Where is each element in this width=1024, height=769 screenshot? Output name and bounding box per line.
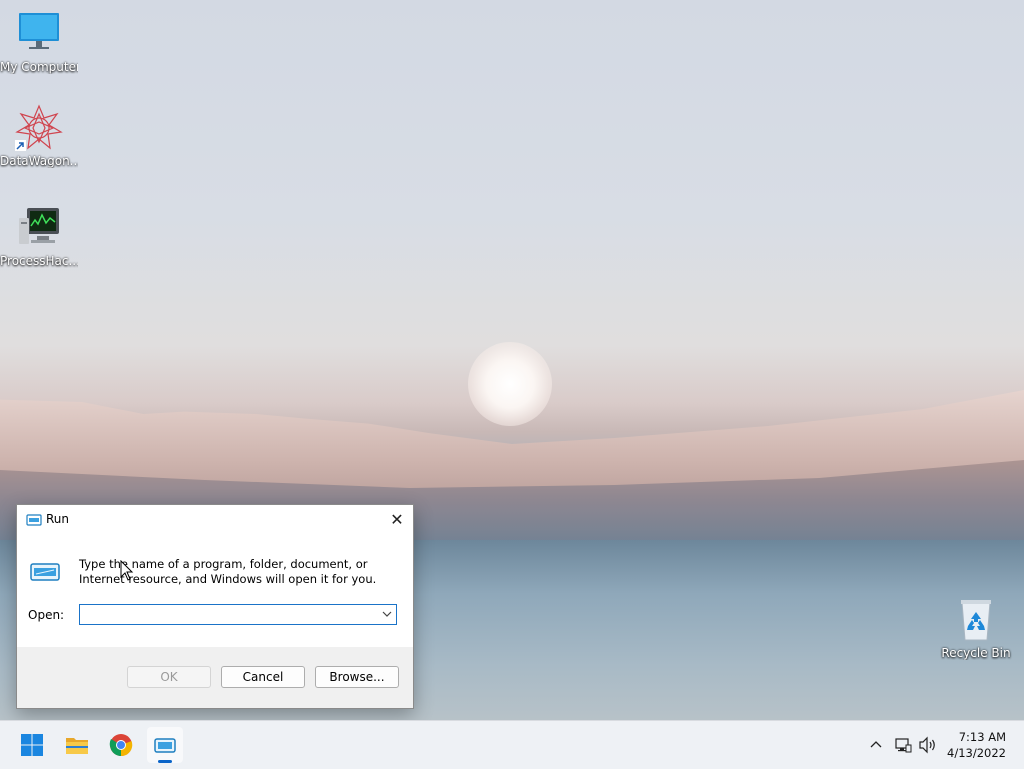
recycle-bin-icon [952, 596, 1000, 644]
run-program-icon [30, 561, 60, 583]
desktop-icon-label: My Computer [0, 60, 78, 74]
windows-logo-icon [21, 734, 43, 756]
close-button[interactable]: ✕ [381, 505, 413, 535]
run-icon [26, 513, 42, 527]
run-icon [154, 738, 176, 753]
taskbar: 7:13 AM 4/13/2022 [0, 720, 1024, 769]
run-dialog: Run ✕ Type the name of a program, folder… [16, 504, 414, 709]
desktop-icon-processhacker[interactable]: ProcessHac... [0, 204, 78, 268]
run-dialog-titlebar[interactable]: Run ✕ [17, 505, 413, 535]
folder-icon [66, 738, 88, 754]
clock-time: 7:13 AM [958, 730, 1006, 744]
taskbar-file-explorer[interactable] [59, 727, 95, 763]
run-dialog-title: Run [46, 512, 70, 526]
open-label: Open: [28, 608, 65, 622]
chevron-down-icon[interactable] [382, 608, 392, 618]
cancel-button[interactable]: Cancel [221, 666, 305, 688]
desktop-icon-my-computer[interactable]: My Computer [0, 10, 78, 74]
taskbar-clock[interactable]: 7:13 AM 4/13/2022 [947, 729, 1006, 761]
desktop-icon-label: DataWagon... [0, 154, 78, 168]
chrome-icon [109, 734, 133, 757]
datawagon-icon [15, 104, 63, 152]
desktop-icon-recycle-bin[interactable]: Recycle Bin [937, 596, 1015, 660]
browse-button[interactable]: Browse... [315, 666, 399, 688]
open-input[interactable] [80, 605, 378, 624]
taskbar-run[interactable] [147, 727, 183, 763]
start-button[interactable] [14, 727, 50, 763]
monitor-icon [15, 10, 63, 58]
close-icon: ✕ [390, 510, 404, 529]
speaker-icon[interactable] [918, 736, 938, 754]
active-indicator [158, 760, 172, 763]
ok-button[interactable]: OK [127, 666, 211, 688]
mouse-cursor-icon [120, 560, 134, 581]
network-icon[interactable] [894, 736, 912, 754]
taskbar-chrome[interactable] [103, 727, 139, 763]
desktop-icon-label: Recycle Bin [941, 646, 1011, 660]
wallpaper-sun [468, 342, 552, 426]
run-dialog-footer: OK Cancel Browse... [17, 647, 413, 708]
desktop-icon-datawagon[interactable]: DataWagon... [0, 104, 78, 168]
open-combobox[interactable] [79, 604, 397, 625]
clock-date: 4/13/2022 [947, 746, 1006, 760]
chevron-up-icon[interactable] [869, 738, 883, 752]
processhacker-icon [15, 204, 63, 252]
desktop-icon-label: ProcessHac... [0, 254, 78, 268]
